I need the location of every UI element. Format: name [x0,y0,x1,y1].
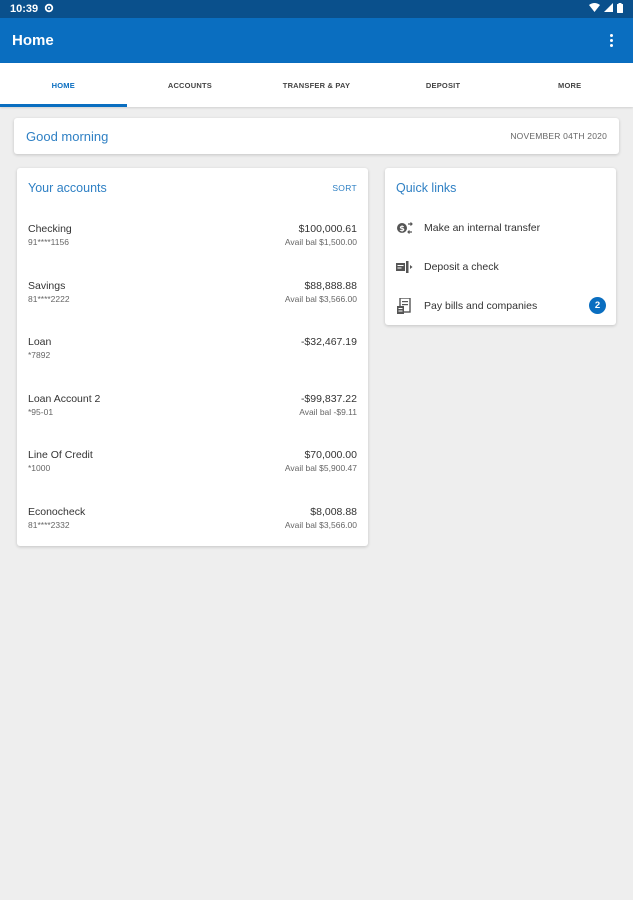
account-available-balance: Avail bal $3,566.00 [284,293,357,304]
account-available-balance: Avail bal $1,500.00 [284,237,357,247]
check-deposit-icon [395,258,413,276]
quick-link-label: Deposit a check [424,260,499,273]
quick-link-internal-transfer[interactable]: $ Make an internal transfer [385,208,616,247]
account-name: Econocheck [28,505,86,518]
account-available-balance: Avail bal -$9.11 [299,406,357,417]
current-date: NOVEMBER 04TH 2020 [510,131,607,141]
account-number: 91****1156 [28,237,69,247]
account-number: *1000 [28,463,51,473]
account-row-loan-account-2[interactable]: Loan Account 2 *95-01 -$99,837.22 Avail … [17,378,368,435]
quick-links-title: Quick links [396,181,457,195]
notification-badge: 2 [589,297,606,314]
sort-button[interactable]: SORT [332,183,357,193]
account-name: Loan [28,336,52,348]
account-name: Checking [28,223,72,235]
settings-gear-icon [44,3,54,16]
status-bar: 10:39 [0,0,633,18]
accounts-title: Your accounts [28,181,107,195]
status-time: 10:39 [10,3,39,15]
tab-bar: HOME ACCOUNTS TRANSFER & PAY DEPOSIT MOR… [0,63,633,107]
account-row-line-of-credit[interactable]: Line Of Credit *1000 $70,000.00 Avail ba… [17,434,368,491]
account-available-balance: Avail bal $5,900.47 [284,463,357,473]
account-name: Loan Account 2 [28,392,101,405]
svg-text:$: $ [399,224,405,233]
account-balance: -$32,467.19 [300,336,357,348]
account-name: Savings [28,279,66,292]
tab-more[interactable]: MORE [506,63,633,107]
account-number: 81****2222 [28,293,70,304]
account-row-savings[interactable]: Savings 81****2222 $88,888.88 Avail bal … [17,265,368,322]
quick-link-label: Make an internal transfer [424,221,541,234]
overflow-menu-icon[interactable] [601,31,621,51]
bill-pay-icon [395,297,413,315]
accounts-card: Your accounts SORT Checking 91****1156 $… [17,168,368,546]
tab-accounts[interactable]: ACCOUNTS [127,63,254,107]
account-number: *7892 [28,350,51,360]
account-balance: $70,000.00 [304,449,357,461]
account-number: 81****2332 [28,519,70,530]
transfer-icon: $ [395,219,413,237]
page-title: Home [12,32,54,49]
account-number: *95-01 [28,406,54,417]
account-balance: $8,008.88 [310,505,357,518]
battery-icon [617,2,623,16]
app-bar: Home [0,18,633,63]
signal-icon [604,3,613,15]
account-balance: $100,000.61 [298,223,357,235]
quick-link-deposit-check[interactable]: Deposit a check [385,247,616,286]
quick-link-label: Pay bills and companies [424,299,538,312]
tab-home[interactable]: HOME [0,63,127,107]
greeting-card: Good morning NOVEMBER 04TH 2020 [14,118,619,154]
quick-link-pay-bills[interactable]: Pay bills and companies 2 [385,286,616,325]
account-row-loan[interactable]: Loan *7892 -$32,467.19 [17,321,368,378]
wifi-icon [589,3,600,15]
quick-links-card: Quick links $ Make an internal transfer … [385,168,616,325]
account-balance: -$99,837.22 [300,392,357,405]
greeting-text: Good morning [26,128,109,144]
account-available-balance: Avail bal $3,566.00 [284,519,357,530]
tab-transfer-pay[interactable]: TRANSFER & PAY [253,63,380,107]
account-row-econocheck[interactable]: Econocheck 81****2332 $8,008.88 Avail ba… [17,491,368,548]
tab-deposit[interactable]: DEPOSIT [380,63,507,107]
account-row-checking[interactable]: Checking 91****1156 $100,000.61 Avail ba… [17,208,368,265]
account-name: Line Of Credit [28,449,93,461]
account-balance: $88,888.88 [304,279,357,292]
